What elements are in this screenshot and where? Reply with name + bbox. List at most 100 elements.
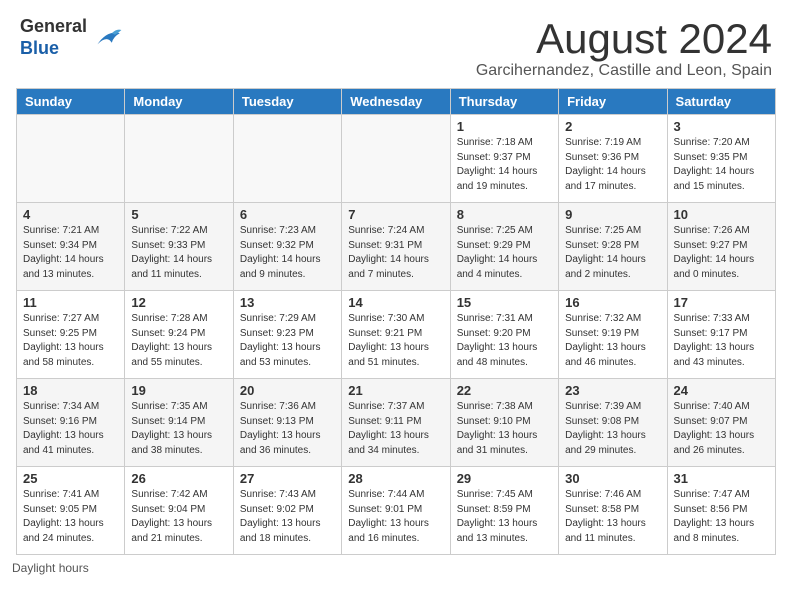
day-info: Sunrise: 7:44 AMSunset: 9:01 PMDaylight:…	[348, 488, 443, 546]
day-cell: 22 Sunrise: 7:38 AMSunset: 9:10 PMDayligh…	[450, 379, 558, 467]
day-number: 4	[23, 207, 118, 222]
day-info: Sunrise: 7:31 AMSunset: 9:20 PMDaylight:…	[457, 312, 552, 370]
day-cell	[17, 115, 125, 203]
day-info: Sunrise: 7:34 AMSunset: 9:16 PMDaylight:…	[23, 400, 118, 458]
day-number: 21	[348, 383, 443, 398]
day-number: 24	[674, 383, 769, 398]
day-cell: 12Sunrise: 7:28 AMSunset: 9:24 PMDayligh…	[125, 291, 233, 379]
day-info: Sunrise: 7:24 AMSunset: 9:31 PMDaylight:…	[348, 224, 443, 282]
day-number: 28	[348, 471, 443, 486]
logo-bird-icon	[91, 22, 123, 54]
day-cell: 18 Sunrise: 7:34 AMSunset: 9:16 PMDayligh…	[17, 379, 125, 467]
footer: Daylight hours	[0, 555, 792, 581]
day-info: Sunrise: 7:33 AMSunset: 9:17 PMDaylight:…	[674, 312, 769, 370]
calendar-body: 1 Sunrise: 7:18 AMSunset: 9:37 PMDaylight…	[17, 115, 776, 555]
day-info: Sunrise: 7:28 AMSunset: 9:24 PMDaylight:…	[131, 312, 226, 370]
daylight-label: Daylight hours	[12, 561, 89, 575]
day-number: 9	[565, 207, 660, 222]
day-cell: 27 Sunrise: 7:43 AMSunset: 9:02 PMDayligh…	[233, 467, 341, 555]
logo-general: General	[20, 16, 87, 38]
days-of-week-row: SundayMondayTuesdayWednesdayThursdayFrid…	[17, 89, 776, 115]
day-cell: 28 Sunrise: 7:44 AMSunset: 9:01 PMDayligh…	[342, 467, 450, 555]
day-info: Sunrise: 7:20 AMSunset: 9:35 PMDaylight:…	[674, 136, 769, 194]
day-number: 30	[565, 471, 660, 486]
day-cell: 14 Sunrise: 7:30 AMSunset: 9:21 PMDayligh…	[342, 291, 450, 379]
day-cell: 21 Sunrise: 7:37 AMSunset: 9:11 PMDayligh…	[342, 379, 450, 467]
day-cell: 20Sunrise: 7:36 AMSunset: 9:13 PMDayligh…	[233, 379, 341, 467]
day-cell: 29Sunrise: 7:45 AMSunset: 8:59 PMDayligh…	[450, 467, 558, 555]
day-of-week-header: Friday	[559, 89, 667, 115]
day-number: 3	[674, 119, 769, 134]
day-cell: 23Sunrise: 7:39 AMSunset: 9:08 PMDayligh…	[559, 379, 667, 467]
day-cell: 16Sunrise: 7:32 AMSunset: 9:19 PMDayligh…	[559, 291, 667, 379]
day-cell: 3 Sunrise: 7:20 AMSunset: 9:35 PMDaylight…	[667, 115, 775, 203]
day-number: 2	[565, 119, 660, 134]
day-cell: 13 Sunrise: 7:29 AMSunset: 9:23 PMDayligh…	[233, 291, 341, 379]
day-of-week-header: Tuesday	[233, 89, 341, 115]
day-number: 31	[674, 471, 769, 486]
location-subtitle: Garcihernandez, Castille and Leon, Spain	[476, 62, 772, 80]
logo-blue: Blue	[20, 38, 87, 60]
calendar-wrapper: SundayMondayTuesdayWednesdayThursdayFrid…	[0, 88, 792, 555]
day-cell	[125, 115, 233, 203]
day-info: Sunrise: 7:46 AMSunset: 8:58 PMDaylight:…	[565, 488, 660, 546]
day-number: 26	[131, 471, 226, 486]
day-number: 25	[23, 471, 118, 486]
day-info: Sunrise: 7:40 AMSunset: 9:07 PMDaylight:…	[674, 400, 769, 458]
day-number: 11	[23, 295, 118, 310]
day-cell: 1 Sunrise: 7:18 AMSunset: 9:37 PMDaylight…	[450, 115, 558, 203]
day-number: 14	[348, 295, 443, 310]
day-info: Sunrise: 7:26 AMSunset: 9:27 PMDaylight:…	[674, 224, 769, 282]
day-info: Sunrise: 7:41 AMSunset: 9:05 PMDaylight:…	[23, 488, 118, 546]
day-number: 13	[240, 295, 335, 310]
header: General Blue August 2024 Garcihernandez,…	[0, 0, 792, 88]
day-info: Sunrise: 7:30 AMSunset: 9:21 PMDaylight:…	[348, 312, 443, 370]
day-of-week-header: Wednesday	[342, 89, 450, 115]
day-number: 22	[457, 383, 552, 398]
day-cell: 17 Sunrise: 7:33 AMSunset: 9:17 PMDayligh…	[667, 291, 775, 379]
calendar-week-row: 25 Sunrise: 7:41 AMSunset: 9:05 PMDayligh…	[17, 467, 776, 555]
day-cell: 7 Sunrise: 7:24 AMSunset: 9:31 PMDaylight…	[342, 203, 450, 291]
page-container: General Blue August 2024 Garcihernandez,…	[0, 0, 792, 581]
day-info: Sunrise: 7:19 AMSunset: 9:36 PMDaylight:…	[565, 136, 660, 194]
day-number: 16	[565, 295, 660, 310]
day-number: 7	[348, 207, 443, 222]
day-number: 17	[674, 295, 769, 310]
day-info: Sunrise: 7:43 AMSunset: 9:02 PMDaylight:…	[240, 488, 335, 546]
day-info: Sunrise: 7:37 AMSunset: 9:11 PMDaylight:…	[348, 400, 443, 458]
day-info: Sunrise: 7:23 AMSunset: 9:32 PMDaylight:…	[240, 224, 335, 282]
day-info: Sunrise: 7:18 AMSunset: 9:37 PMDaylight:…	[457, 136, 552, 194]
calendar-header: SundayMondayTuesdayWednesdayThursdayFrid…	[17, 89, 776, 115]
logo-text: General Blue	[20, 16, 87, 59]
day-number: 1	[457, 119, 552, 134]
day-cell: 11 Sunrise: 7:27 AMSunset: 9:25 PMDayligh…	[17, 291, 125, 379]
day-cell: 15 Sunrise: 7:31 AMSunset: 9:20 PMDayligh…	[450, 291, 558, 379]
day-cell	[233, 115, 341, 203]
day-info: Sunrise: 7:38 AMSunset: 9:10 PMDaylight:…	[457, 400, 552, 458]
day-info: Sunrise: 7:29 AMSunset: 9:23 PMDaylight:…	[240, 312, 335, 370]
day-info: Sunrise: 7:25 AMSunset: 9:29 PMDaylight:…	[457, 224, 552, 282]
day-cell	[342, 115, 450, 203]
day-number: 29	[457, 471, 552, 486]
day-number: 6	[240, 207, 335, 222]
day-cell: 6 Sunrise: 7:23 AMSunset: 9:32 PMDaylight…	[233, 203, 341, 291]
day-cell: 30 Sunrise: 7:46 AMSunset: 8:58 PMDayligh…	[559, 467, 667, 555]
day-number: 27	[240, 471, 335, 486]
day-info: Sunrise: 7:25 AMSunset: 9:28 PMDaylight:…	[565, 224, 660, 282]
day-number: 10	[674, 207, 769, 222]
day-number: 18	[23, 383, 118, 398]
day-of-week-header: Sunday	[17, 89, 125, 115]
day-cell: 19Sunrise: 7:35 AMSunset: 9:14 PMDayligh…	[125, 379, 233, 467]
day-cell: 9 Sunrise: 7:25 AMSunset: 9:28 PMDaylight…	[559, 203, 667, 291]
day-info: Sunrise: 7:36 AMSunset: 9:13 PMDaylight:…	[240, 400, 335, 458]
calendar-week-row: 4Sunrise: 7:21 AMSunset: 9:34 PMDaylight…	[17, 203, 776, 291]
day-info: Sunrise: 7:42 AMSunset: 9:04 PMDaylight:…	[131, 488, 226, 546]
day-cell: 5Sunrise: 7:22 AMSunset: 9:33 PMDaylight…	[125, 203, 233, 291]
day-info: Sunrise: 7:27 AMSunset: 9:25 PMDaylight:…	[23, 312, 118, 370]
day-number: 15	[457, 295, 552, 310]
logo: General Blue	[20, 16, 123, 59]
calendar-week-row: 18 Sunrise: 7:34 AMSunset: 9:16 PMDayligh…	[17, 379, 776, 467]
day-cell: 31Sunrise: 7:47 AMSunset: 8:56 PMDayligh…	[667, 467, 775, 555]
day-cell: 10 Sunrise: 7:26 AMSunset: 9:27 PMDayligh…	[667, 203, 775, 291]
day-cell: 25 Sunrise: 7:41 AMSunset: 9:05 PMDayligh…	[17, 467, 125, 555]
